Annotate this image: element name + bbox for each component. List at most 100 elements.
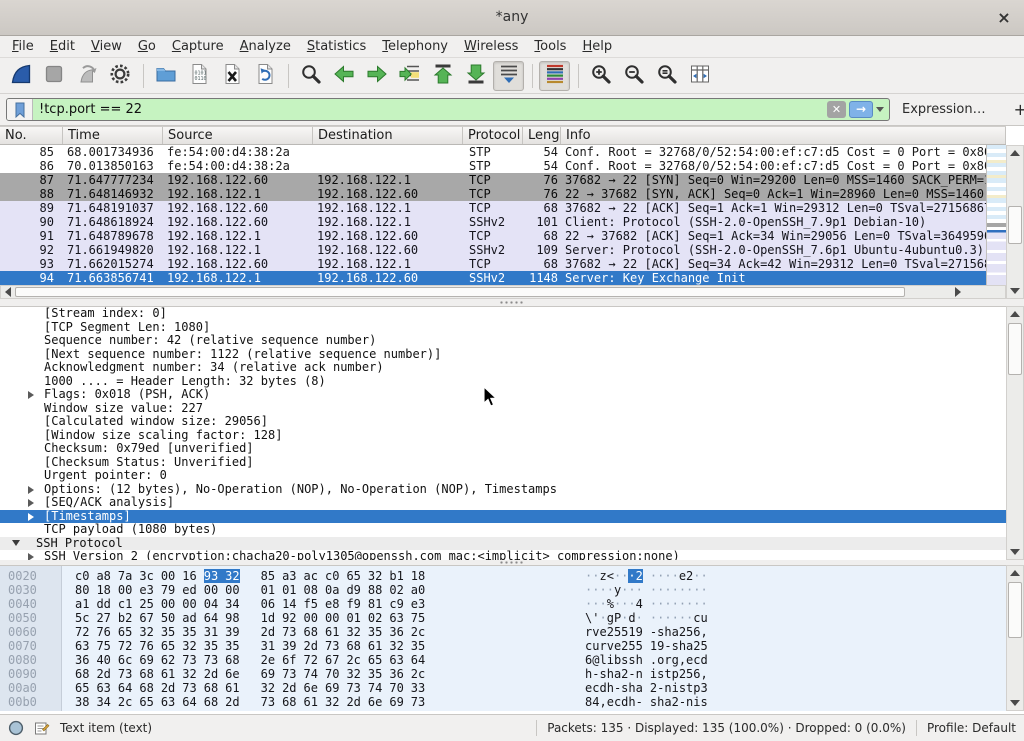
packet-row[interactable]: 9271.661949820192.168.122.1192.168.122.6… [0, 243, 986, 257]
hex-row[interactable]: 00505c27b26750ad64981d92000001026375\'·g… [0, 611, 1006, 625]
expression-button[interactable]: Expression… [902, 102, 986, 117]
expert-info-icon[interactable] [8, 720, 24, 736]
column-header-protocol[interactable]: Protocol [463, 127, 523, 144]
go-last-button[interactable] [460, 61, 491, 91]
packet-list-minimap[interactable] [986, 145, 1006, 285]
colorize-button[interactable] [539, 61, 570, 91]
pane-splitter[interactable] [0, 299, 1024, 306]
scroll-down-icon[interactable] [1010, 549, 1020, 555]
go-back-button[interactable] [328, 61, 359, 91]
hex-row[interactable]: 00a0656364682d736861322d6e6973747033ecdh… [0, 681, 1006, 695]
packet-row[interactable]: 8771.647777234192.168.122.60192.168.122.… [0, 173, 986, 187]
detail-line[interactable]: [Stream index: 0] [0, 307, 1006, 321]
expand-collapsed-icon[interactable] [28, 391, 34, 399]
hex-row[interactable]: 0090682d736861322d6e697374703235362ch-sh… [0, 667, 1006, 681]
detail-line[interactable]: Acknowledgment number: 34 (relative ack … [0, 361, 1006, 375]
detail-line[interactable]: Sequence number: 42 (relative sequence n… [0, 334, 1006, 348]
detail-line[interactable]: [TCP Segment Len: 1080] [0, 321, 1006, 335]
menu-analyze[interactable]: Analyze [232, 37, 299, 56]
capture-stop-button[interactable] [38, 61, 69, 91]
expand-collapsed-icon[interactable] [28, 513, 34, 521]
hex-row[interactable]: 0070637572766532353531392d7368613235curv… [0, 639, 1006, 653]
expand-collapsed-icon[interactable] [28, 553, 34, 560]
zoom-out-button[interactable] [618, 61, 649, 91]
hex-row[interactable]: 008036406c69627373682e6f72672c6563646@li… [0, 653, 1006, 667]
menu-view[interactable]: View [83, 37, 130, 56]
detail-line[interactable]: Window size value: 227 [0, 402, 1006, 416]
packet-row[interactable]: 8568.001734936fe:54:00:d4:38:2aSTP54Conf… [0, 145, 986, 159]
packet-row[interactable]: 8871.648146932192.168.122.1192.168.122.6… [0, 187, 986, 201]
menu-capture[interactable]: Capture [164, 37, 232, 56]
close-window-button[interactable]: × [994, 8, 1014, 28]
status-profile[interactable]: Profile: Default [927, 721, 1016, 735]
detail-line[interactable]: 1000 .... = Header Length: 32 bytes (8) [0, 375, 1006, 389]
menu-wireless[interactable]: Wireless [456, 37, 526, 56]
file-reload-button[interactable] [249, 61, 280, 91]
resize-columns-button[interactable] [684, 61, 715, 91]
hex-row[interactable]: 006072766532353531392d7368613235362crve2… [0, 625, 1006, 639]
scroll-thumb[interactable] [1008, 206, 1022, 244]
go-first-button[interactable] [427, 61, 458, 91]
detail-line[interactable]: SSH Protocol [0, 537, 1006, 551]
menu-edit[interactable]: Edit [42, 37, 83, 56]
detail-line[interactable]: [Calculated window size: 29056] [0, 415, 1006, 429]
column-header-source[interactable]: Source [163, 127, 313, 144]
auto-scroll-button[interactable] [493, 61, 524, 91]
detail-line[interactable]: Flags: 0x018 (PSH, ACK) [0, 388, 1006, 402]
packet-row[interactable]: 9471.663856741192.168.122.1192.168.122.6… [0, 271, 986, 285]
detail-line[interactable]: Urgent pointer: 0 [0, 469, 1006, 483]
expand-collapsed-icon[interactable] [28, 499, 34, 507]
packet-list-hscrollbar[interactable] [0, 285, 1006, 299]
scroll-left-icon[interactable] [5, 287, 11, 297]
filter-apply-button[interactable]: → [849, 101, 873, 118]
menu-tools[interactable]: Tools [526, 37, 574, 56]
capture-comment-icon[interactable] [34, 720, 50, 736]
scroll-right-icon[interactable] [955, 287, 961, 297]
detail-line[interactable]: [Timestamps] [0, 510, 1006, 524]
titlebar[interactable]: *any × [0, 0, 1024, 36]
go-forward-button[interactable] [361, 61, 392, 91]
menu-file[interactable]: File [4, 37, 42, 56]
capture-restart-button[interactable] [71, 61, 102, 91]
scroll-up-icon[interactable] [1010, 150, 1020, 156]
detail-line[interactable]: SSH Version 2 (encryption:chacha20-poly1… [0, 550, 1006, 560]
column-header-length[interactable]: Length [523, 127, 561, 144]
packet-row[interactable]: 9171.648789678192.168.122.1192.168.122.6… [0, 229, 986, 243]
packet-row[interactable]: 9371.662015274192.168.122.60192.168.122.… [0, 257, 986, 271]
scroll-down-icon[interactable] [1010, 700, 1020, 706]
detail-line[interactable]: [Checksum Status: Unverified] [0, 456, 1006, 470]
file-save-button[interactable]: 01010110 [183, 61, 214, 91]
filter-dropdown-icon[interactable] [876, 107, 884, 112]
packet-row[interactable]: 8670.013850163fe:54:00:d4:38:2aSTP54Conf… [0, 159, 986, 173]
details-vscrollbar[interactable] [1006, 306, 1024, 560]
zoom-original-button[interactable] [651, 61, 682, 91]
scroll-thumb[interactable] [1008, 323, 1022, 375]
scroll-up-icon[interactable] [1010, 570, 1020, 576]
column-header-no[interactable]: No. [0, 127, 63, 144]
packet-row[interactable]: 9071.648618924192.168.122.60192.168.122.… [0, 215, 986, 229]
filter-clear-button[interactable]: ✕ [827, 101, 846, 118]
go-to-packet-button[interactable] [394, 61, 425, 91]
file-open-button[interactable] [150, 61, 181, 91]
scroll-down-icon[interactable] [1010, 288, 1020, 294]
scroll-up-icon[interactable] [1010, 311, 1020, 317]
hscroll-thumb[interactable] [15, 287, 905, 297]
packet-list-vscrollbar[interactable] [1006, 145, 1024, 299]
file-close-button[interactable] [216, 61, 247, 91]
column-header-destination[interactable]: Destination [313, 127, 463, 144]
display-filter-field[interactable]: !tcp.port == 22 ✕ → [6, 98, 890, 121]
scroll-thumb[interactable] [1008, 582, 1022, 638]
display-filter-input[interactable]: !tcp.port == 22 [33, 102, 827, 117]
zoom-in-button[interactable] [585, 61, 616, 91]
detail-line[interactable]: [Next sequence number: 1122 (relative se… [0, 348, 1006, 362]
expand-collapsed-icon[interactable] [28, 486, 34, 494]
packet-row[interactable]: 8971.648191037192.168.122.60192.168.122.… [0, 201, 986, 215]
detail-line[interactable]: [Window size scaling factor: 128] [0, 429, 1006, 443]
capture-start-button[interactable] [5, 61, 36, 91]
column-header-info[interactable]: Info [561, 127, 1006, 144]
menu-go[interactable]: Go [130, 37, 164, 56]
hex-row[interactable]: 0030801800e379ed00000101080ad98802a0····… [0, 583, 1006, 597]
add-filter-button[interactable]: + [1006, 100, 1024, 119]
find-packet-button[interactable] [295, 61, 326, 91]
menu-help[interactable]: Help [574, 37, 620, 56]
